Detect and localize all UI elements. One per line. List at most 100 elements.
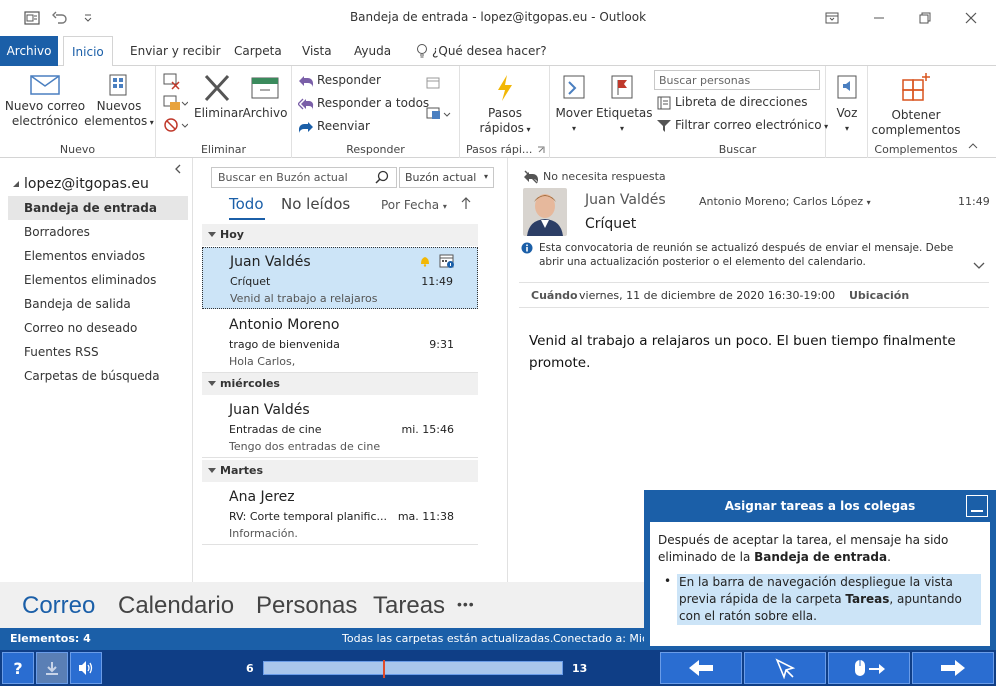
sort-direction-icon[interactable] [461,196,471,210]
nav-correo[interactable]: Correo [22,592,95,620]
group-mover-etiquetas: Mover ▾ Etiquetas ▾ [550,66,653,158]
expand-header-icon[interactable] [973,262,985,270]
reply-button[interactable]: Responder [298,70,381,90]
tab-enviar-recibir[interactable]: Enviar y recibir [122,36,229,66]
address-book-label: Libreta de direcciones [675,95,808,109]
new-email-button[interactable]: Nuevo correo electrónico [4,74,86,129]
tutorial-minimize-button[interactable] [966,495,988,517]
new-items-button[interactable]: Nuevos elementos ▾ [84,74,154,130]
tab-ayuda[interactable]: Ayuda [346,36,399,66]
search-people-input[interactable]: Buscar personas [654,70,820,90]
group-header-martes[interactable]: Martes [202,460,478,482]
tab-archivo[interactable]: Archivo [0,36,58,66]
folder-bandeja-salida[interactable]: Bandeja de salida [8,292,188,316]
filter-unread-tab[interactable]: No leídos [281,195,350,213]
message-subject: Entradas de cine [229,423,322,436]
new-email-label-2: electrónico [11,114,79,128]
account-name[interactable]: lopez@itgopas.eu [24,176,149,192]
filter-all-tab[interactable]: Todo [229,195,264,213]
search-mailbox-input[interactable]: Buscar en Buzón actual [211,167,397,188]
tab-inicio[interactable]: Inicio [63,36,113,67]
minimize-icon[interactable] [869,8,889,28]
restore-icon[interactable] [915,8,935,28]
message-item[interactable]: Juan Valdés Entradas de cine Tengo dos e… [202,396,478,458]
tutorial-title: Asignar tareas a los colegas [724,499,916,513]
folder-borradores[interactable]: Borradores [8,220,188,244]
back-button[interactable] [660,652,742,684]
collapse-ribbon-icon[interactable] [968,142,978,150]
download-button[interactable] [36,652,68,684]
forward-button[interactable]: Reenviar [298,116,370,136]
message-preview: Tengo dos entradas de cine [229,440,381,453]
archive-button[interactable]: Archivo [242,74,288,121]
folder-correo-no-deseado[interactable]: Correo no deseado [8,316,188,340]
group-pasos-rapidos: Pasos rápidos ▾ Pasos rápi... [460,66,550,158]
group-header-hoy[interactable]: Hoy [202,224,478,246]
filter-icon [657,119,671,132]
tutorial-panel: Asignar tareas a los colegas Después de … [644,490,996,650]
when-label: Cuándo [531,289,578,302]
collapse-pane-icon[interactable] [174,164,182,174]
ribbon-display-options-icon[interactable] [822,8,842,28]
message-item[interactable]: Juan Valdés Críquet Venid al trabajo a r… [202,247,478,309]
meeting-calendar-icon [439,253,455,269]
nav-personas[interactable]: Personas [256,592,357,620]
arrow-right-icon [941,660,965,676]
group-header-miercoles[interactable]: miércoles [202,373,478,395]
sender-avatar[interactable] [523,188,567,236]
sort-by-date[interactable]: Por Fecha ▾ [381,198,447,212]
folder-elementos-eliminados[interactable]: Elementos eliminados [8,268,188,292]
tell-me-search[interactable]: ¿Qué desea hacer? [424,36,555,66]
more-respond-icon[interactable] [426,106,452,122]
tutorial-instruction-bold: Tareas [845,592,890,606]
ribbon: Nuevo correo electrónico Nuevos elemento… [0,66,996,158]
ignore-icon[interactable] [162,72,182,90]
dialog-launcher-icon[interactable] [537,146,545,154]
recipients[interactable]: Antonio Moreno; Carlos López ▾ [699,195,871,208]
speaker-icon [79,661,93,675]
message-item[interactable]: Antonio Moreno trago de bienvenida Hola … [202,311,478,373]
delete-button[interactable]: Eliminar [194,74,244,121]
sound-button[interactable] [70,652,102,684]
folders-updated-status: Todas las carpetas están actualizadas. [342,632,554,645]
tab-vista[interactable]: Vista [294,36,340,66]
delete-label: Eliminar [194,106,244,120]
get-addins-button[interactable]: Obtener complementos [870,72,962,138]
message-item[interactable]: Ana Jerez RV: Corte temporal planific...… [202,483,478,545]
junk-icon[interactable] [162,116,188,134]
group-nuevo: Nuevo correo electrónico Nuevos elemento… [0,66,156,158]
close-icon[interactable] [961,8,981,28]
quick-steps-button[interactable]: Pasos rápidos ▾ [468,74,542,137]
tags-button[interactable]: Etiquetas ▾ [596,72,653,136]
folder-elementos-enviados[interactable]: Elementos enviados [8,244,188,268]
folder-bandeja-entrada[interactable]: Bandeja de entrada [8,196,188,220]
pointer-button[interactable] [744,652,826,684]
nav-tareas[interactable]: Tareas [373,592,445,620]
sender-name[interactable]: Juan Valdés [585,192,666,208]
bullet-dot: • [664,574,672,588]
next-button[interactable] [912,652,994,684]
folder-carpetas-busqueda[interactable]: Carpetas de búsqueda [8,364,188,388]
filter-email-button[interactable]: Filtrar correo electrónico ▾ [656,115,828,135]
folder-fuentes-rss[interactable]: Fuentes RSS [8,340,188,364]
progress-end: 13 [572,662,588,675]
reply-all-button[interactable]: Responder a todos [298,93,429,113]
nav-more[interactable]: ••• [457,596,475,612]
download-icon [46,662,58,675]
reply-label: Responder [317,73,381,87]
progress-marker[interactable] [383,660,385,678]
search-scope-select[interactable]: Buzón actual ▾ [399,167,494,188]
mouse-next-button[interactable] [828,652,910,684]
clean-up-icon[interactable] [162,94,188,112]
move-button[interactable]: Mover ▾ [552,72,596,136]
meeting-reply-icon[interactable] [426,76,442,90]
voice-button[interactable]: Voz ▾ [826,72,868,136]
search-icon[interactable] [375,170,389,184]
help-button[interactable]: ? [2,652,34,684]
nav-calendario[interactable]: Calendario [118,592,234,620]
account-expand-icon[interactable] [12,180,20,188]
message-time: 9:31 [429,338,454,351]
address-book-button[interactable]: Libreta de direcciones [656,92,808,112]
tab-carpeta[interactable]: Carpeta [226,36,290,66]
progress-track[interactable] [263,660,563,678]
